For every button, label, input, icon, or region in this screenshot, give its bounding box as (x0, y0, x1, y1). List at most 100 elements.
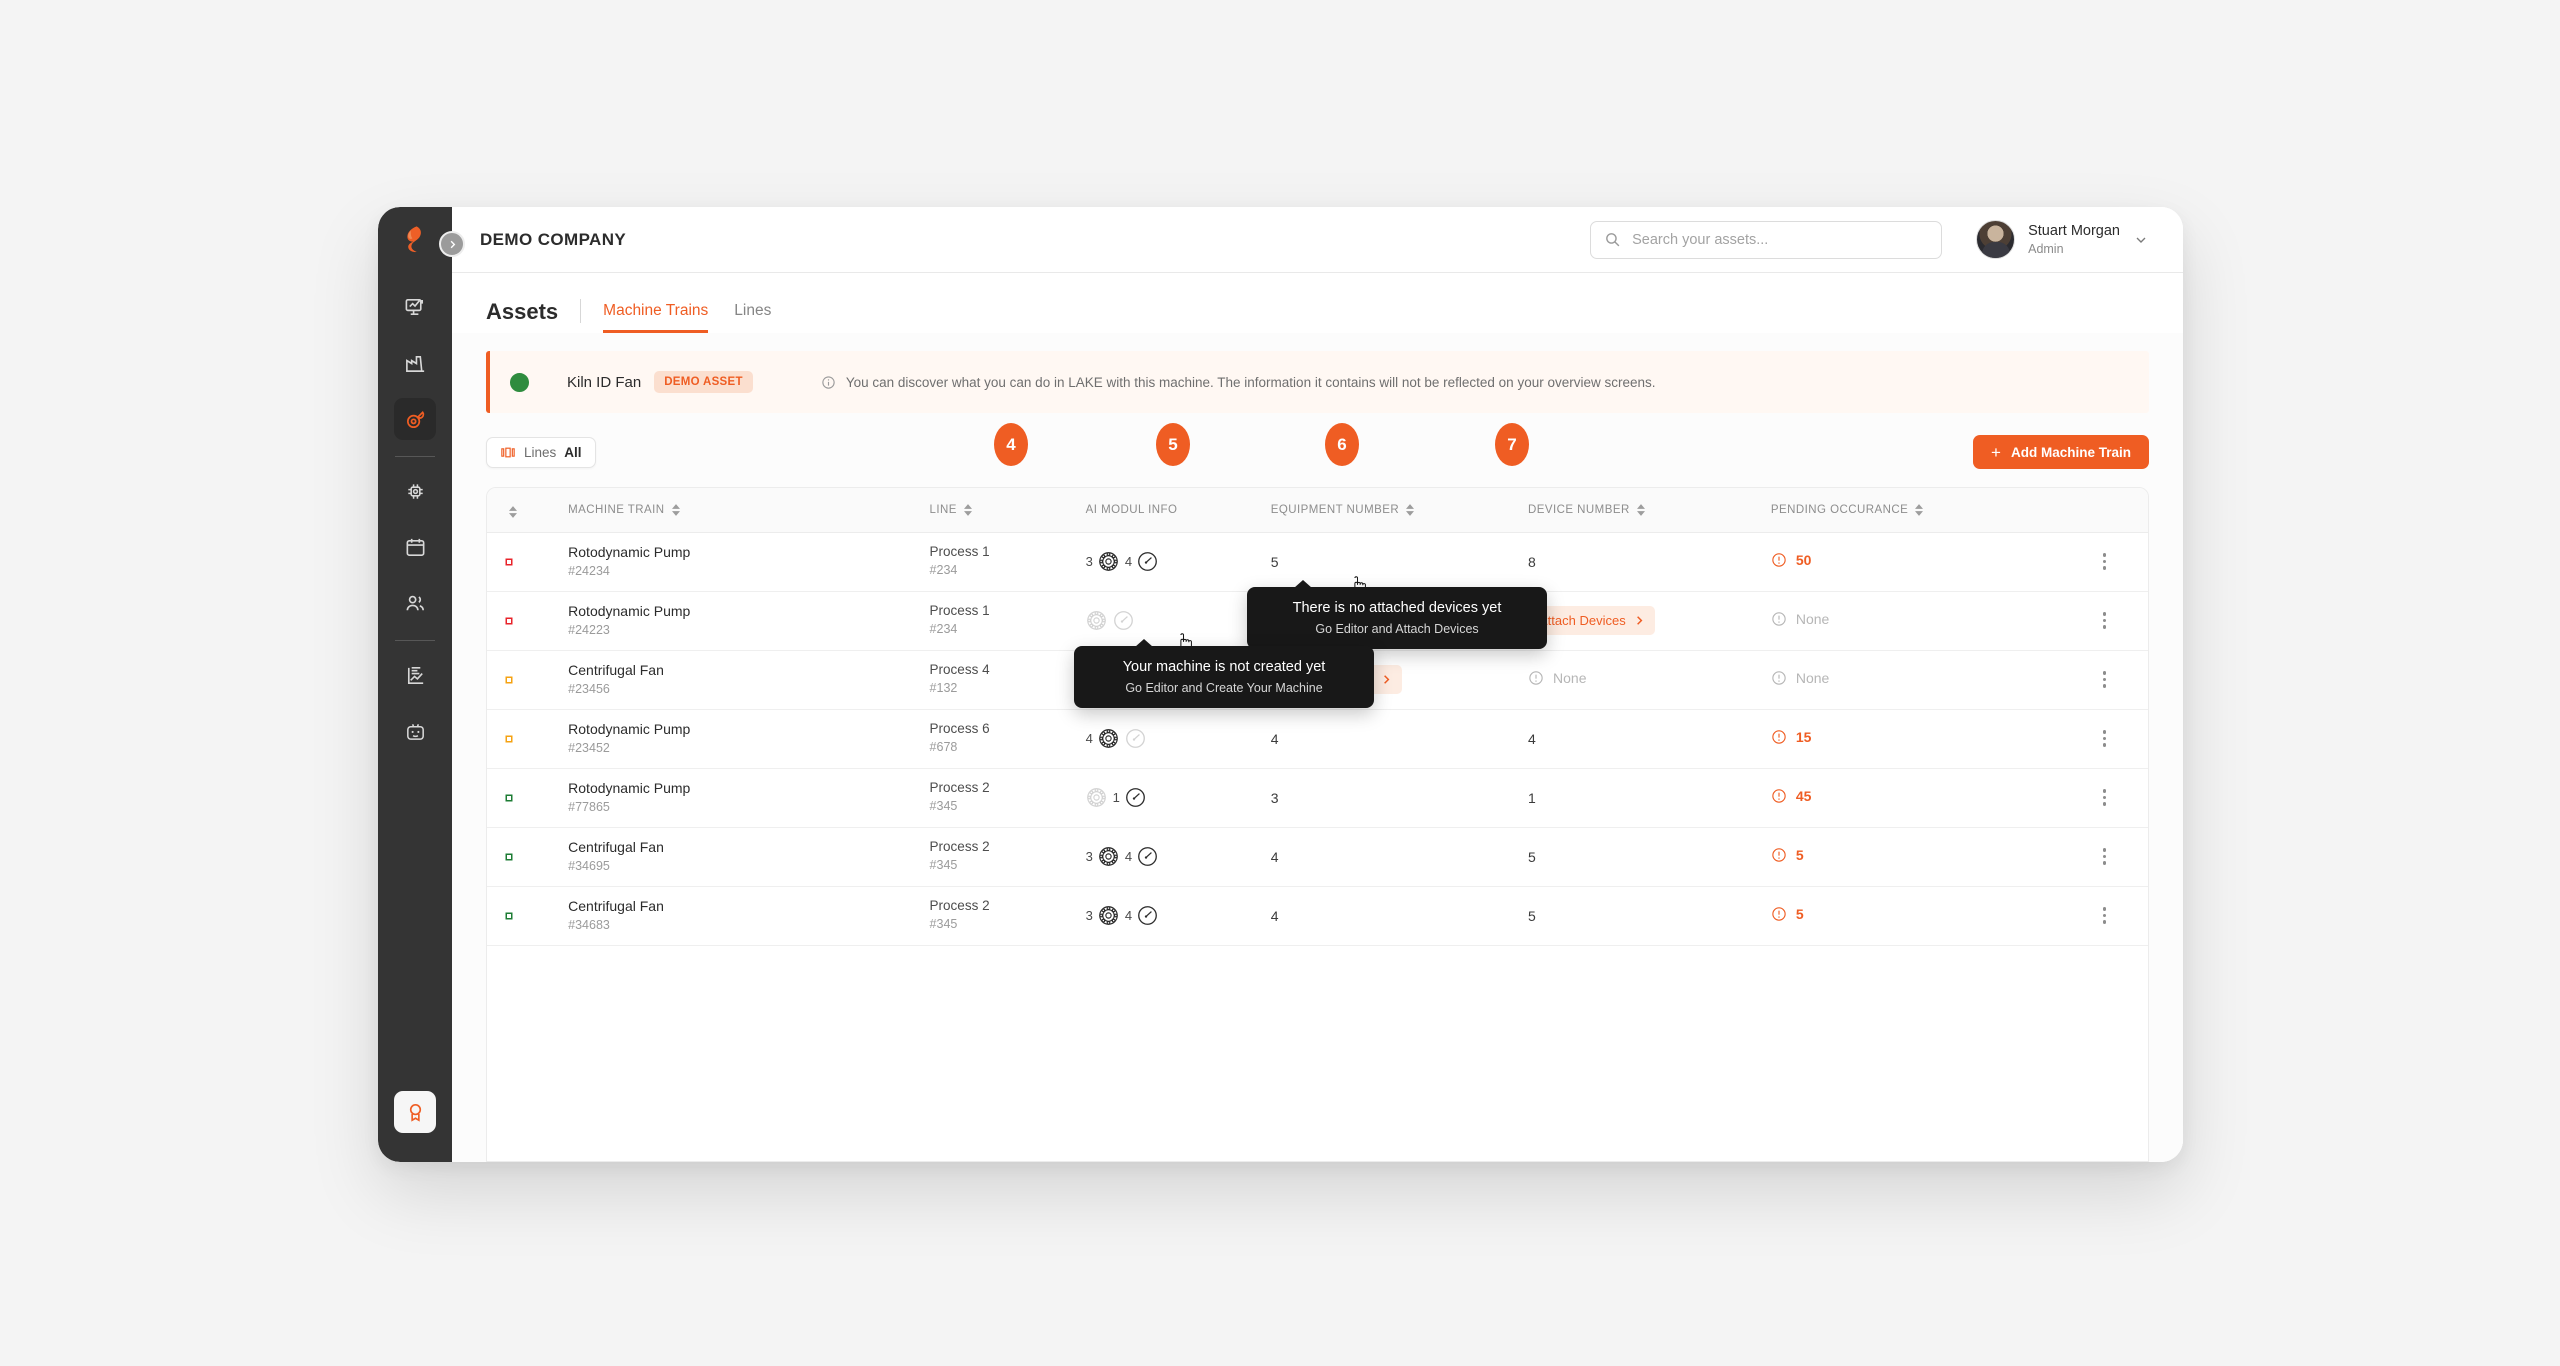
sidebar-item-devices[interactable] (394, 470, 436, 512)
device-number-value: 4 (1528, 730, 1536, 747)
row-menu-button[interactable] (2067, 651, 2142, 709)
sort-icon[interactable] (1915, 503, 1924, 516)
device-number-none: None (1528, 670, 1586, 686)
sidebar-item-assets[interactable] (394, 398, 436, 440)
tab-lines[interactable]: Lines (734, 302, 771, 333)
sidebar-item-reports[interactable] (394, 654, 436, 696)
chip-icon (407, 483, 423, 499)
sidebar-item-users[interactable] (394, 582, 436, 624)
line-id: #234 (929, 563, 958, 578)
report-chart-icon (407, 666, 423, 684)
line-name: Process 1 (929, 603, 990, 619)
pending-occurance-none: None (1771, 611, 1829, 627)
ai-bearing-count: 3 (1085, 554, 1093, 569)
th-status[interactable] (487, 488, 563, 533)
plus-icon: + (1991, 442, 2001, 462)
row-menu-button[interactable] (2067, 828, 2142, 886)
app-logo[interactable] (398, 223, 432, 257)
machine-train-id: #77865 (568, 799, 610, 814)
ai-gauge-group: 4 (1125, 905, 1158, 926)
line-id: #345 (929, 917, 958, 932)
sidebar-item-achievements[interactable] (394, 1091, 436, 1133)
collapse-sidebar-button[interactable] (439, 231, 465, 257)
machine-train-name: Centrifugal Fan (568, 661, 664, 678)
search-input[interactable] (1632, 231, 1929, 248)
cell-line: Process 6 #678 (923, 709, 1080, 769)
cell-actions (2061, 591, 2148, 651)
gauge-icon (1126, 788, 1145, 807)
row-menu-button[interactable] (2067, 887, 2142, 945)
table-row[interactable]: Centrifugal Fan #34683 Process 2 #345 3 … (487, 886, 2148, 946)
header-divider (580, 299, 582, 323)
th-machine-train[interactable]: MACHINE TRAIN (562, 488, 924, 533)
add-machine-train-button[interactable]: + Add Machine Train (1973, 435, 2149, 469)
tab-machine-trains[interactable]: Machine Trains (603, 302, 709, 333)
tooltip-attach-devices-subtitle: Go Editor and Attach Devices (1315, 621, 1479, 636)
ai-bearing-group (1086, 610, 1107, 631)
pending-occurance-value: 45 (1795, 788, 1812, 804)
tooltip-arrow (1135, 639, 1153, 647)
th-equipment-number[interactable]: EQUIPMENT NUMBER (1264, 488, 1523, 533)
cell-ai-modul-info (1079, 591, 1265, 651)
user-menu[interactable]: Stuart Morgan Admin (1976, 220, 2149, 259)
sort-icon[interactable] (509, 505, 517, 518)
sidebar-item-assistant[interactable] (394, 710, 436, 752)
cell-line: Process 4 #132 (923, 650, 1080, 710)
th-actions (2061, 488, 2148, 533)
table-row[interactable]: Rotodynamic Pump #23452 Process 6 #678 4… (487, 709, 2148, 769)
line-name: Process 2 (929, 898, 990, 914)
line-name: Process 6 (929, 721, 990, 737)
th-device-number[interactable]: DEVICE NUMBER (1522, 488, 1765, 533)
cell-pending-occurance: 5 (1764, 886, 2062, 946)
table-row[interactable]: Centrifugal Fan #34695 Process 2 #345 3 … (487, 827, 2148, 887)
sort-icon[interactable] (963, 503, 972, 516)
ai-gauge-count: 4 (1124, 554, 1133, 569)
cell-device-number: None (1522, 650, 1765, 710)
pending-occurance-value: 15 (1795, 729, 1812, 745)
tab-bar: Machine Trains Lines (603, 302, 771, 333)
lines-filter-chip[interactable]: Lines All (486, 436, 596, 468)
demo-asset-badge: DEMO ASSET (654, 371, 753, 393)
sidebar-item-calendar[interactable] (394, 526, 436, 568)
machine-train-name: Rotodynamic Pump (568, 543, 691, 560)
table-row[interactable]: Rotodynamic Pump #77865 Process 2 #345 1… (487, 768, 2148, 828)
ai-bearing-count: 3 (1085, 849, 1093, 864)
alert-circle-icon (1772, 789, 1786, 803)
ai-bearing-group: 3 (1086, 551, 1119, 572)
ai-gauge-count: 4 (1124, 849, 1133, 864)
sidebar-item-overview[interactable] (394, 286, 436, 328)
sort-icon[interactable] (1406, 503, 1415, 516)
th-line[interactable]: LINE (923, 488, 1080, 533)
sidebar-divider-2 (395, 640, 435, 641)
pending-occurance-value: None (1795, 670, 1830, 686)
asset-icon (406, 410, 424, 428)
sort-icon[interactable] (671, 503, 680, 516)
device-number-pill[interactable]: Attach Devices (1528, 606, 1655, 635)
line-name: Process 2 (929, 839, 990, 855)
cell-actions (2061, 650, 2148, 710)
sidebar-divider-1 (395, 456, 435, 457)
cell-line: Process 2 #345 (923, 886, 1080, 946)
cell-pending-occurance: None (1764, 591, 2062, 651)
users-icon (406, 595, 424, 610)
th-pending-occurance[interactable]: PENDING OCCURANCE (1764, 488, 2062, 533)
device-number-value: 5 (1528, 907, 1536, 924)
sidebar-item-plants[interactable] (394, 342, 436, 384)
logo-wrap (378, 207, 465, 273)
cell-pending-occurance: 50 (1764, 532, 2062, 592)
search-box[interactable] (1590, 220, 1943, 259)
row-menu-button[interactable] (2067, 710, 2142, 768)
table-row[interactable]: Rotodynamic Pump #24234 Process 1 #234 3… (487, 532, 2148, 592)
cell-status (487, 650, 563, 710)
cell-device-number: 5 (1522, 886, 1765, 946)
cell-machine-train: Rotodynamic Pump #23452 (562, 709, 924, 769)
page-header: Assets Machine Trains Lines (452, 273, 2183, 333)
ai-gauge-group (1113, 610, 1134, 631)
chevron-down-icon[interactable] (2133, 232, 2149, 248)
table-head: MACHINE TRAIN LINE AI MODUL INFO EQUIPME… (487, 488, 2148, 533)
row-menu-button[interactable] (2067, 533, 2142, 591)
sort-icon[interactable] (1636, 503, 1645, 516)
row-menu-button[interactable] (2067, 592, 2142, 650)
cell-actions (2061, 768, 2148, 828)
row-menu-button[interactable] (2067, 769, 2142, 827)
